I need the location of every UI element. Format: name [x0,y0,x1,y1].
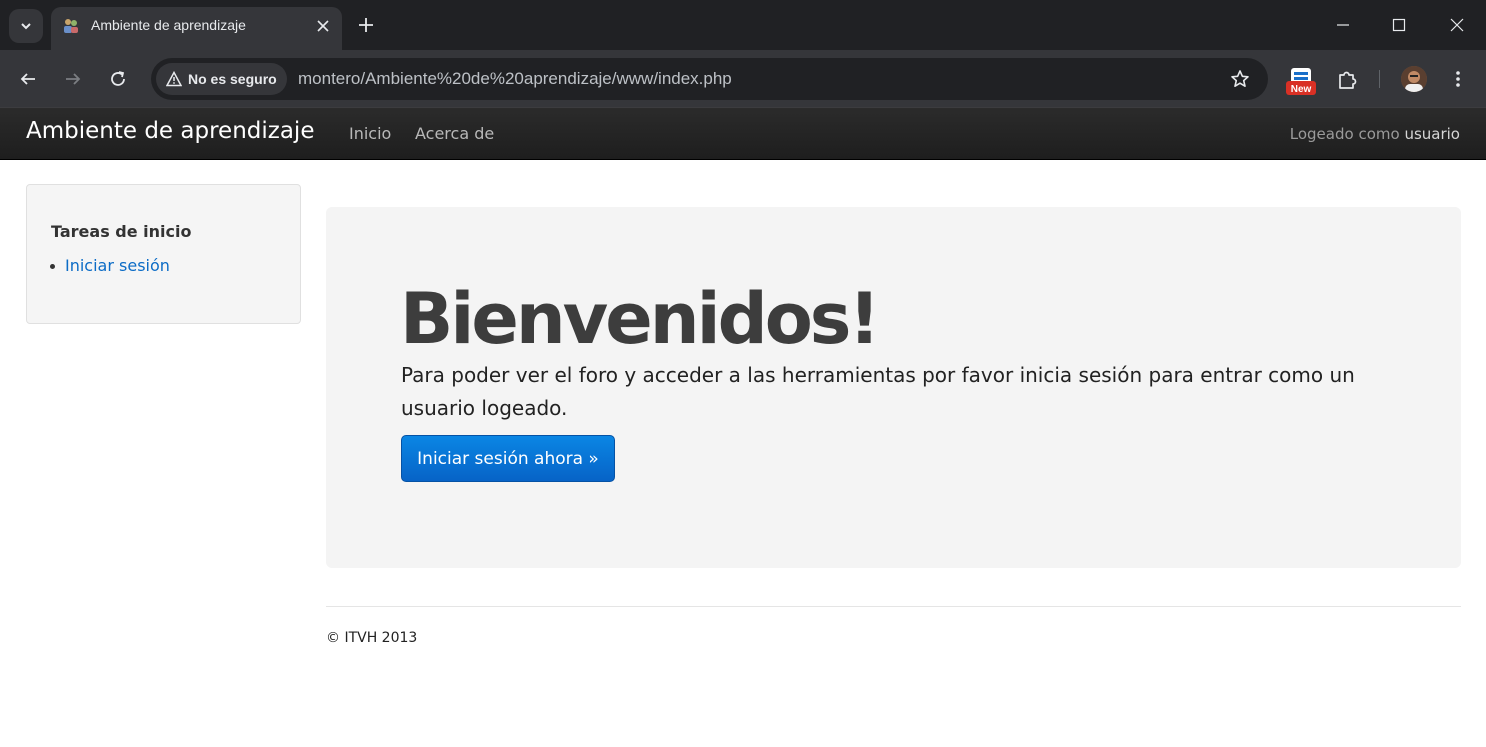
forward-button[interactable] [58,64,88,94]
hero-text: Para poder ver el foro y acceder a las h… [401,363,1355,420]
more-vertical-icon [1456,71,1460,87]
sidebar-title: Tareas de inicio [51,222,192,241]
maximize-icon [1392,18,1406,32]
close-window-button[interactable] [1442,10,1472,40]
plus-icon [359,18,373,32]
chevron-down-icon [21,23,31,30]
profile-avatar[interactable] [1401,66,1427,92]
browser-toolbar: No es seguro montero/Ambiente%20de%20apr… [0,50,1486,108]
browser-tab-bar: Ambiente de aprendizaje [0,0,1486,50]
footer-copyright: © ITVH 2013 [326,630,418,646]
bookmark-star-button[interactable] [1228,67,1252,91]
sidebar-panel: Tareas de inicio Iniciar sesión [26,184,301,324]
close-icon [317,20,329,32]
reload-button[interactable] [103,64,133,94]
back-button[interactable] [13,64,43,94]
tab-close-button[interactable] [313,16,333,36]
footer-divider [326,606,1461,607]
site-brand[interactable]: Ambiente de aprendizaje [26,118,314,144]
user-avatar-icon [1401,66,1427,92]
extensions-button[interactable] [1333,66,1361,94]
address-bar[interactable]: No es seguro montero/Ambiente%20de%20apr… [151,58,1268,100]
minimize-icon [1337,24,1349,26]
login-now-button[interactable]: Iniciar sesión ahora » [401,435,615,482]
extension-new-button[interactable]: New [1286,66,1316,96]
maximize-button[interactable] [1384,10,1414,40]
tab-title: Ambiente de aprendizaje [91,17,246,33]
site-favicon-icon [64,19,78,33]
tab-search-button[interactable] [9,9,43,43]
new-tab-button[interactable] [354,13,378,37]
security-chip[interactable]: No es seguro [156,63,287,95]
minimize-button[interactable] [1328,10,1358,40]
sidebar-login-link[interactable]: Iniciar sesión [65,256,170,275]
toolbar-separator [1379,70,1380,88]
site-navbar: Ambiente de aprendizaje Inicio Acerca de… [0,108,1486,160]
puzzle-icon [1339,71,1357,89]
nav-link-about[interactable]: Acerca de [415,124,494,143]
login-status: Logeado como usuario [1290,125,1460,143]
browser-tab[interactable]: Ambiente de aprendizaje [51,7,342,50]
security-label: No es seguro [188,71,277,87]
arrow-left-icon [20,73,35,85]
login-username[interactable]: usuario [1404,125,1460,143]
url-text[interactable]: montero/Ambiente%20de%20aprendizaje/www/… [298,69,732,89]
nav-link-home[interactable]: Inicio [349,124,391,143]
hero-title: Bienvenidos! [400,278,880,360]
warning-icon [166,71,182,87]
arrow-right-icon [66,73,81,85]
sidebar-item-login: Iniciar sesión [50,256,170,275]
extension-app-icon: New [1286,68,1316,95]
login-prefix: Logeado como [1289,125,1400,143]
extension-badge: New [1291,84,1312,95]
hero-jumbotron: Bienvenidos! Para poder ver el foro y ac… [326,207,1461,568]
star-icon [1231,70,1249,87]
sidebar-list: Iniciar sesión [50,256,170,275]
browser-menu-button[interactable] [1446,66,1470,92]
close-icon [1450,18,1464,32]
reload-icon [111,71,125,86]
